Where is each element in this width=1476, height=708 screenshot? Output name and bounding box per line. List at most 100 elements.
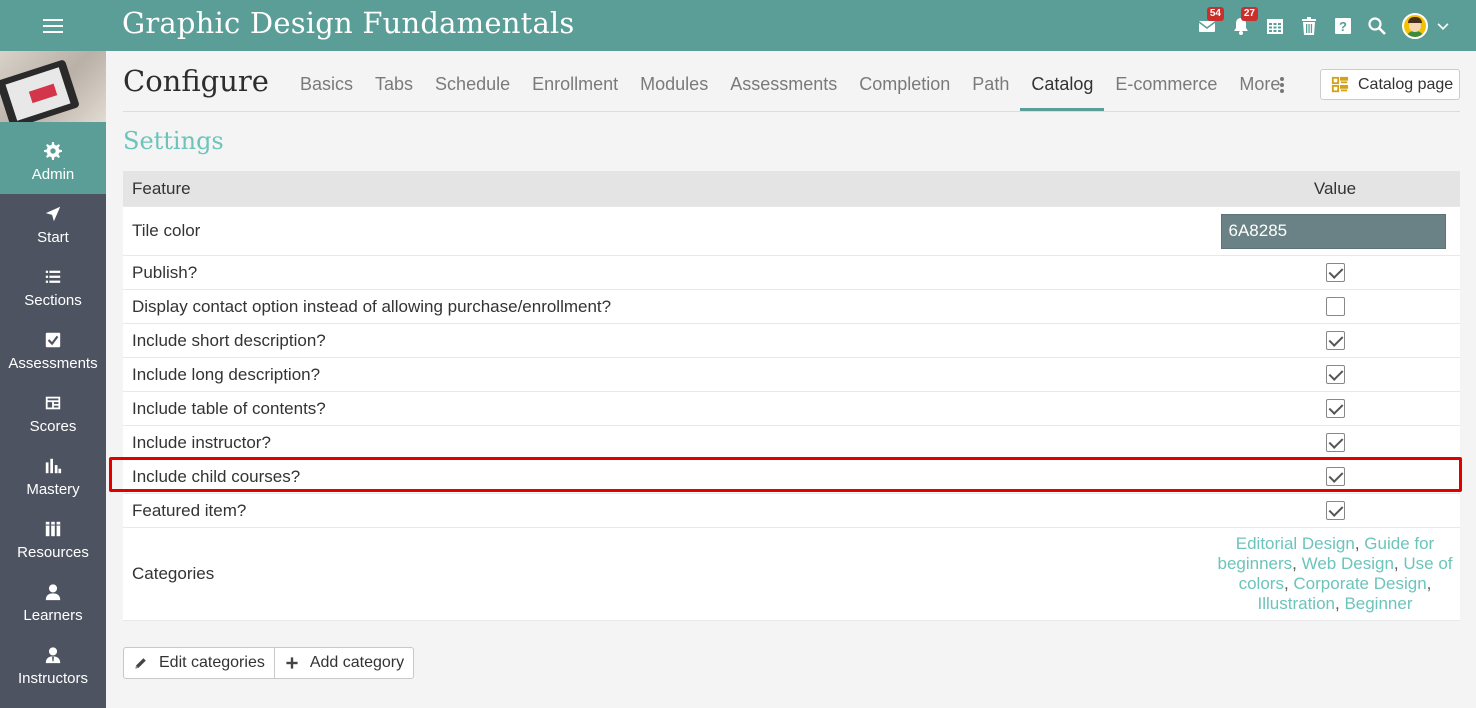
hamburger-icon: [43, 18, 63, 34]
sidebar-item-label: Admin: [31, 166, 75, 183]
sidebar-item-label: Instructors: [17, 670, 89, 687]
child-courses-checkbox[interactable]: [1325, 467, 1345, 486]
settings-title: Settings: [123, 127, 224, 155]
add-category-button[interactable]: Add category: [273, 648, 413, 678]
trash-button[interactable]: [1292, 0, 1326, 51]
notifications-button[interactable]: 27: [1224, 0, 1258, 51]
menu-button[interactable]: [0, 0, 106, 51]
chevron-down-icon: [1437, 22, 1449, 30]
tab-tabs[interactable]: Tabs: [364, 71, 424, 111]
bar-chart-icon: [45, 458, 62, 474]
sidebar-item-scores[interactable]: Scores: [0, 383, 106, 446]
pencil-icon: [135, 658, 146, 669]
category-list: Editorial Design, Guide for beginners, W…: [1217, 534, 1453, 613]
publish-checkbox[interactable]: [1325, 263, 1345, 282]
row-label: Tile color: [132, 221, 201, 240]
more-options-icon[interactable]: [1280, 77, 1286, 95]
tab-modules[interactable]: Modules: [629, 71, 719, 111]
trash-icon: [1302, 16, 1316, 35]
category-link[interactable]: Illustration: [1258, 594, 1335, 613]
sidebar-item-admin[interactable]: Admin: [0, 131, 106, 194]
help-icon: ?: [1335, 17, 1351, 34]
instructor-icon: [45, 647, 61, 664]
tile-color-input[interactable]: 6A8285: [1220, 213, 1446, 249]
svg-text:?: ?: [1339, 19, 1347, 34]
sidebar: Admin Start Sections Assessments Scores …: [0, 51, 106, 708]
short-description-checkbox[interactable]: [1325, 331, 1345, 350]
edit-categories-label: Edit categories: [159, 654, 265, 671]
notifications-badge: 27: [1240, 7, 1258, 21]
long-description-checkbox[interactable]: [1325, 365, 1345, 384]
sidebar-item-label: Sections: [24, 292, 82, 309]
sidebar-item-mastery[interactable]: Mastery: [0, 446, 106, 509]
category-link[interactable]: Web Design: [1302, 554, 1394, 573]
main-content: Configure Basics Tabs Schedule Enrollmen…: [106, 51, 1476, 708]
sidebar-item-label: Start: [37, 229, 69, 246]
plus-icon: [286, 657, 298, 669]
category-actions: Edit categories Add category: [123, 647, 415, 679]
row-label: Include short description?: [132, 330, 326, 350]
contact-option-checkbox[interactable]: [1325, 297, 1345, 316]
calendar-icon: [1267, 18, 1283, 34]
config-tabs: Basics Tabs Schedule Enrollment Modules …: [289, 71, 1291, 111]
navigate-icon: [45, 206, 61, 222]
divider: [123, 111, 1460, 112]
table-of-contents-checkbox[interactable]: [1325, 399, 1345, 418]
row-label: Include table of contents?: [132, 398, 326, 418]
instructor-checkbox[interactable]: [1325, 433, 1345, 452]
sidebar-item-start[interactable]: Start: [0, 194, 106, 257]
sidebar-item-learners[interactable]: Learners: [0, 572, 106, 635]
column-header-feature: Feature: [132, 178, 191, 198]
search-button[interactable]: [1360, 0, 1394, 51]
tab-assessments[interactable]: Assessments: [719, 71, 848, 111]
tab-schedule[interactable]: Schedule: [424, 71, 521, 111]
row-label: Publish?: [132, 262, 198, 282]
calendar-button[interactable]: [1258, 0, 1292, 51]
category-link[interactable]: Beginner: [1344, 594, 1412, 613]
table-row: Publish?: [123, 255, 1460, 289]
help-button[interactable]: ?: [1326, 0, 1360, 51]
top-bar: Graphic Design Fundamentals 54 27 ?: [0, 0, 1476, 51]
sidebar-item-label: Mastery: [26, 481, 80, 498]
row-label: Include long description?: [132, 364, 321, 384]
list-icon: [45, 270, 61, 283]
row-label: Include instructor?: [132, 432, 271, 452]
app-title: Graphic Design Fundamentals: [122, 6, 575, 40]
messages-button[interactable]: 54: [1190, 0, 1224, 51]
table-row: Include long description?: [123, 357, 1460, 391]
tab-enrollment[interactable]: Enrollment: [521, 71, 629, 111]
table-row: Featured item?: [123, 493, 1460, 527]
sidebar-item-instructors[interactable]: Instructors: [0, 635, 106, 698]
tab-ecommerce[interactable]: E-commerce: [1104, 71, 1228, 111]
table-row: Include instructor?: [123, 425, 1460, 459]
add-category-label: Add category: [309, 654, 405, 671]
page-title: Configure: [123, 64, 269, 98]
table-row: Include table of contents?: [123, 391, 1460, 425]
user-menu-button[interactable]: [1394, 0, 1458, 51]
edit-categories-button[interactable]: Edit categories: [124, 648, 274, 678]
sidebar-item-label: Resources: [17, 544, 89, 561]
table-row: Categories Editorial Design, Guide for b…: [123, 527, 1460, 621]
catalog-grid-icon: [1331, 76, 1349, 92]
sidebar-item-resources[interactable]: Resources: [0, 509, 106, 572]
sidebar-item-label: Learners: [23, 607, 83, 624]
featured-item-checkbox[interactable]: [1325, 501, 1345, 520]
tab-completion[interactable]: Completion: [848, 71, 961, 111]
sidebar-item-sections[interactable]: Sections: [0, 257, 106, 320]
catalog-page-label: Catalog page: [1358, 75, 1454, 93]
table-row: Tile color 6A8285: [123, 206, 1460, 255]
row-label: Featured item?: [132, 500, 247, 520]
row-label: Include child courses?: [132, 466, 301, 486]
catalog-page-button[interactable]: Catalog page: [1320, 69, 1460, 100]
user-icon: [45, 584, 61, 601]
category-link[interactable]: Corporate Design: [1293, 574, 1426, 593]
course-thumbnail[interactable]: [0, 51, 106, 131]
sidebar-item-label: Assessments: [8, 355, 98, 372]
tab-path[interactable]: Path: [961, 71, 1020, 111]
sidebar-item-label: Scores: [29, 418, 77, 435]
tab-basics[interactable]: Basics: [289, 71, 364, 111]
tab-catalog[interactable]: Catalog: [1020, 71, 1105, 111]
sidebar-item-assessments[interactable]: Assessments: [0, 320, 106, 383]
avatar: [1402, 12, 1428, 39]
category-link[interactable]: Editorial Design: [1236, 534, 1355, 553]
